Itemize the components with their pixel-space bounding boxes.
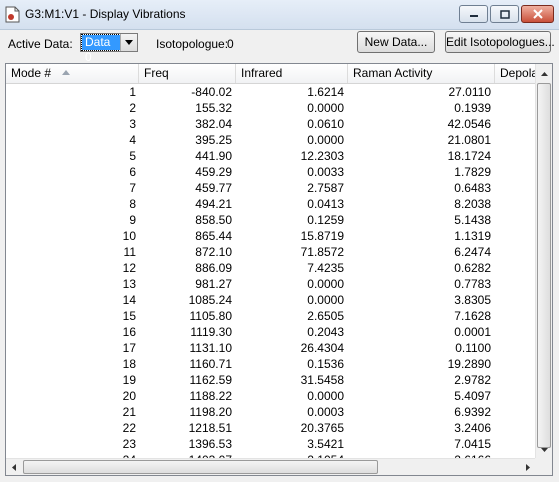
table-row[interactable]: 20 1188.22 0.0000 5.4097 [6, 388, 536, 404]
toolbar: Active Data: Data 0 Isotopologue: 0 New … [0, 30, 559, 64]
cell-raman-activity: 0.7783 [454, 277, 491, 291]
isotopologue-label: Isotopologue: [156, 37, 229, 51]
sort-ascending-icon [62, 70, 70, 75]
window-title: G3:M1:V1 - Display Vibrations [25, 7, 186, 21]
maximize-button[interactable] [490, 5, 519, 23]
cell-raman-activity: 18.1724 [447, 149, 491, 163]
table-row[interactable]: 15 1105.80 2.6505 7.1628 [6, 308, 536, 324]
scroll-down-button[interactable] [536, 441, 552, 458]
active-data-select[interactable]: Data 0 [80, 33, 138, 64]
cell-raman-activity: 6.9392 [454, 405, 491, 419]
active-data-value: Data 0 [81, 34, 121, 64]
edit-isotopologues-button[interactable]: Edit Isotopologues... [445, 31, 555, 53]
table-row[interactable]: 16 1119.30 0.2043 0.0001 [6, 324, 536, 340]
table-body: 1 -840.02 1.6214 27.0110 2 155.32 0.0000 0.1939… [6, 84, 536, 458]
table-row[interactable]: 6 459.29 0.0033 1.7829 [6, 164, 536, 180]
table-row[interactable]: 13 981.27 0.0000 0.7783 [6, 276, 536, 292]
cell-raman-activity: 19.2890 [447, 357, 491, 371]
cell-raman-activity: 3.2406 [454, 421, 491, 435]
dropdown-button[interactable] [120, 34, 137, 51]
title-bar: G3:M1:V1 - Display Vibrations [0, 0, 559, 30]
scroll-right-button[interactable] [520, 459, 536, 475]
close-button[interactable] [521, 5, 554, 23]
table-row[interactable]: 5 441.90 12.2303 18.1724 [6, 148, 536, 164]
cell-raman-activity: 7.0415 [454, 437, 491, 451]
cell-raman-activity: 3.8305 [454, 293, 491, 307]
arrow-up-icon [540, 71, 548, 76]
scroll-up-button[interactable] [536, 65, 552, 82]
arrow-right-icon [526, 464, 530, 471]
cell-raman-activity: 21.0801 [447, 133, 491, 147]
table-row[interactable]: 18 1160.71 0.1536 19.2890 [6, 356, 536, 372]
table-row[interactable]: 23 1396.53 3.5421 7.0415 [6, 436, 536, 452]
table-row[interactable]: 10 865.44 15.8719 1.1319 [6, 228, 536, 244]
cell-raman-activity: 8.2038 [454, 197, 491, 211]
table-row[interactable]: 3 382.04 0.0610 42.0546 [6, 116, 536, 132]
cell-raman-activity: 0.1100 [455, 341, 491, 355]
cell-raman-activity: 7.1628 [454, 309, 491, 323]
isotopologue-value: 0 [227, 37, 234, 51]
table-row[interactable]: 11 872.10 71.8572 6.2474 [6, 244, 536, 260]
column-header-infrared[interactable]: Infrared [236, 64, 348, 83]
cell-raman-activity: 6.2474 [454, 245, 491, 259]
active-data-label: Active Data: [8, 37, 73, 51]
arrow-left-icon [12, 464, 16, 471]
cell-raman-activity: 0.6483 [454, 181, 491, 195]
column-header-depolar[interactable]: Depola [495, 64, 536, 83]
table-row[interactable]: 8 494.21 0.0413 8.2038 [6, 196, 536, 212]
column-header-raman-activity[interactable]: Raman Activity [348, 64, 495, 83]
cell-raman-activity: 5.4097 [454, 389, 491, 403]
column-header-freq[interactable]: Freq [139, 64, 236, 83]
cell-raman-activity: 1.1319 [454, 229, 491, 243]
new-data-button[interactable]: New Data... [357, 31, 435, 53]
minimize-icon [469, 15, 478, 17]
cell-raman-activity: 2.9782 [454, 373, 491, 387]
table-row[interactable]: 12 886.09 7.4235 0.6282 [6, 260, 536, 276]
app-icon [5, 6, 20, 23]
maximize-icon [499, 9, 510, 19]
table-header: Mode # Freq Infrared Raman Activity Depo… [6, 64, 536, 84]
table-row[interactable]: 1 -840.02 1.6214 27.0110 [6, 84, 536, 100]
cell-raman-activity: 5.1438 [454, 213, 491, 227]
cell-raman-activity: 27.0110 [448, 85, 492, 99]
arrow-down-icon [540, 447, 548, 452]
vertical-scrollbar[interactable] [535, 64, 552, 458]
column-header-label: Mode # [11, 66, 52, 80]
scrollbar-corner [535, 458, 552, 475]
table-row[interactable]: 22 1218.51 20.3765 3.2406 [6, 420, 536, 436]
close-icon [532, 9, 543, 19]
cell-raman-activity: 0.1939 [454, 101, 491, 115]
table-row[interactable]: 19 1162.59 31.5458 2.9782 [6, 372, 536, 388]
table-row[interactable]: 9 858.50 0.1259 5.1438 [6, 212, 536, 228]
table-row[interactable]: 21 1198.20 0.0003 6.9392 [6, 404, 536, 420]
minimize-button[interactable] [459, 5, 488, 23]
horizontal-scrollbar[interactable] [6, 458, 536, 475]
column-header-mode[interactable]: Mode # [6, 64, 139, 83]
table-row[interactable]: 7 459.77 2.7587 0.6483 [6, 180, 536, 196]
table-row[interactable]: 14 1085.24 0.0000 3.8305 [6, 292, 536, 308]
vertical-scroll-thumb[interactable] [537, 83, 551, 448]
cell-raman-activity: 0.6282 [454, 261, 491, 275]
horizontal-scroll-thumb[interactable] [23, 460, 378, 474]
chevron-down-icon [125, 40, 133, 45]
scroll-left-button[interactable] [6, 459, 22, 475]
table-row[interactable]: 4 395.25 0.0000 21.0801 [6, 132, 536, 148]
cell-raman-activity: 0.0001 [454, 325, 491, 339]
cell-raman-activity: 42.0546 [447, 117, 491, 131]
table-row[interactable]: 2 155.32 0.0000 0.1939 [6, 100, 536, 116]
vibrations-table[interactable]: Mode # Freq Infrared Raman Activity Depo… [5, 63, 553, 476]
cell-raman-activity: 1.7829 [454, 165, 491, 179]
table-row[interactable]: 17 1131.10 26.4304 0.1100 [6, 340, 536, 356]
